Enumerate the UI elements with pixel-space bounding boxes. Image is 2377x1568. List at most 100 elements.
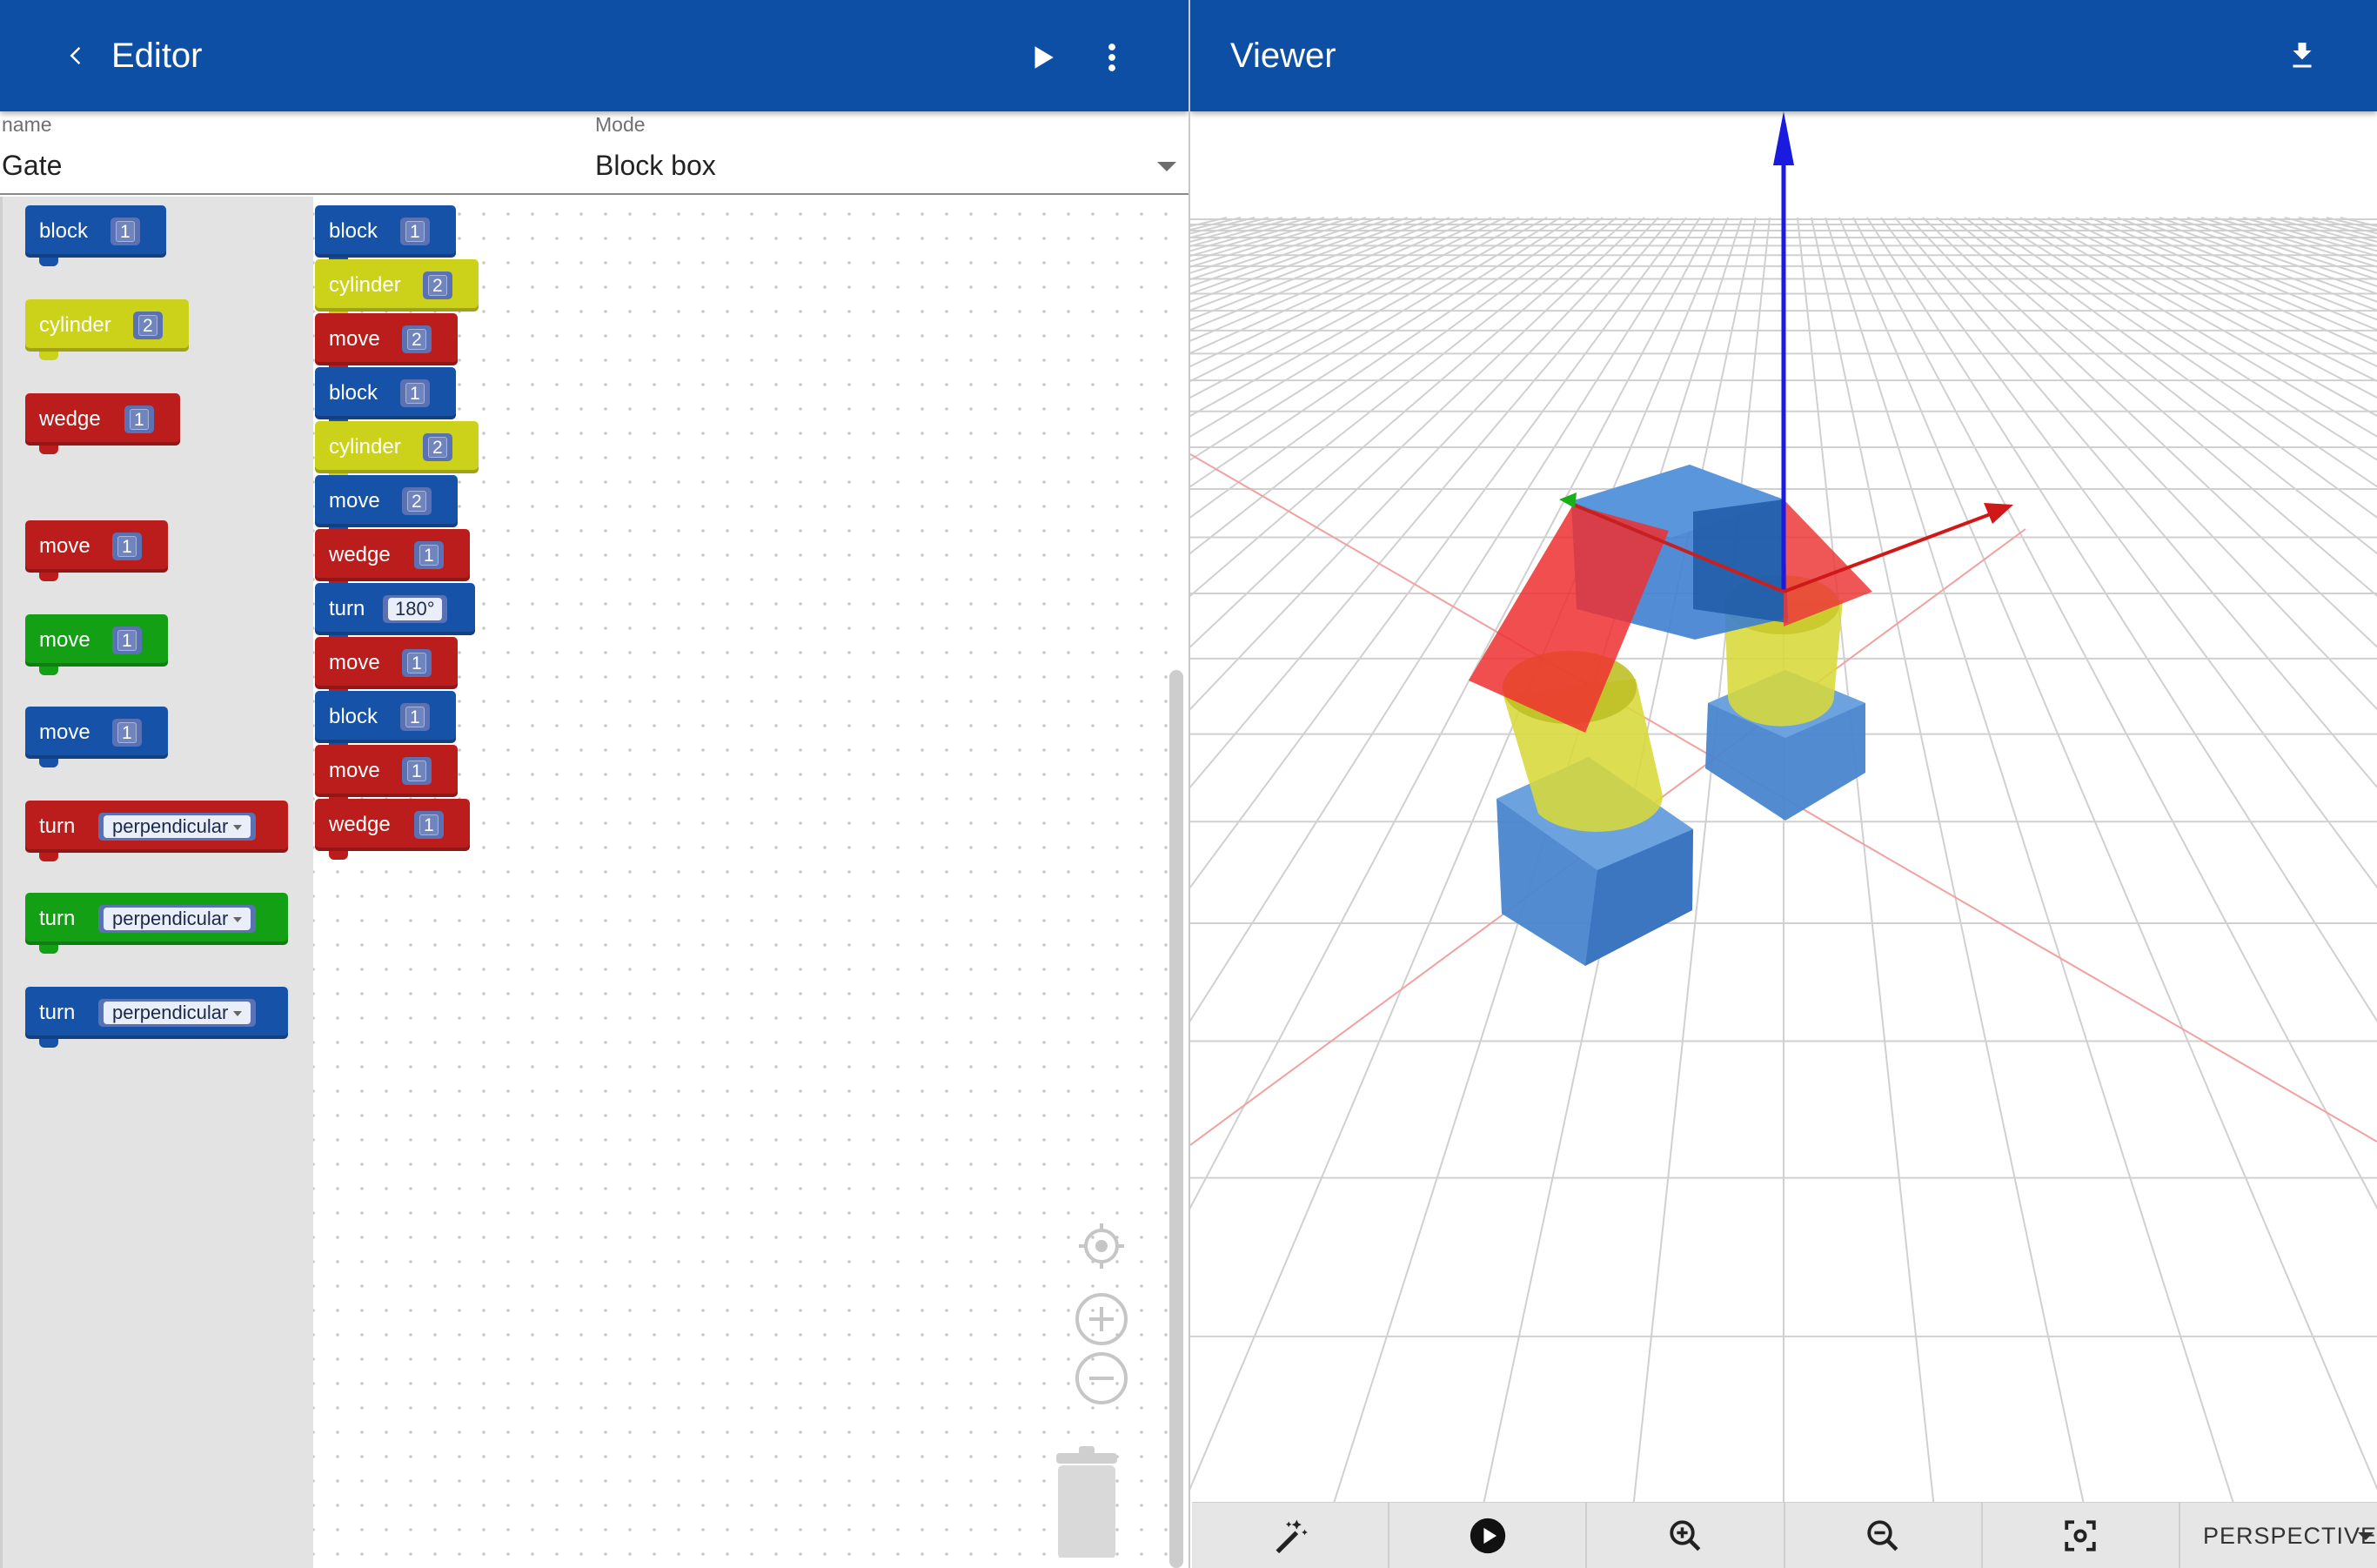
program-block-move[interactable]: move 1 — [315, 637, 458, 698]
block-label: block — [329, 705, 378, 728]
zoom-out-icon — [1867, 1520, 1898, 1551]
program-block-move[interactable]: move 2 — [315, 313, 458, 374]
direction-dropdown[interactable]: perpendicular — [98, 813, 257, 841]
editor-app-bar: Editor — [0, 0, 1188, 111]
zoom-in-icon — [1670, 1520, 1701, 1551]
program-block-move[interactable]: move 1 — [315, 745, 458, 806]
magic-wand-icon — [1276, 1519, 1308, 1554]
viewer-zoom-in-button[interactable] — [1587, 1503, 1785, 1568]
panel-splitter[interactable] — [1188, 0, 1190, 1568]
number-field[interactable]: 1 — [414, 541, 444, 569]
program-block-cylinder[interactable]: cylinder 2 — [315, 259, 479, 320]
program-block-block[interactable]: block 1 — [315, 691, 456, 752]
block-label: turn — [39, 814, 76, 838]
program-block-wedge[interactable]: wedge 1 — [315, 529, 470, 590]
block-label: move — [39, 534, 90, 558]
block-label: turn — [329, 597, 365, 620]
number-field[interactable]: 1 — [400, 379, 430, 407]
3d-viewport[interactable] — [1190, 111, 2377, 1567]
viewer-app-bar: Viewer — [1190, 0, 2377, 111]
more-vert-icon — [1108, 44, 1115, 71]
number-field[interactable]: 2 — [402, 487, 432, 515]
block-label: turn — [39, 907, 76, 930]
program-block-cylinder[interactable]: cylinder 2 — [315, 421, 479, 482]
block-label: block — [329, 219, 378, 243]
number-field[interactable]: 1 — [112, 533, 142, 560]
toolbox-block-move-red[interactable]: move 1 — [25, 520, 168, 581]
number-field[interactable]: 1 — [414, 811, 444, 839]
mode-label: Mode — [595, 113, 646, 136]
caret-down-icon — [233, 917, 243, 923]
toolbox-block-turn-green[interactable]: turn perpendicular — [25, 893, 288, 954]
program-block-wedge[interactable]: wedge 1 — [315, 799, 470, 860]
program-block-block[interactable]: block 1 — [315, 367, 456, 428]
toolbox-block-cylinder[interactable]: cylinder 2 — [25, 299, 189, 360]
number-field[interactable]: 1 — [402, 649, 432, 677]
angle-field[interactable]: 180° — [383, 595, 447, 623]
download-button[interactable] — [2278, 31, 2327, 80]
zoom-in-button[interactable] — [1072, 1290, 1131, 1349]
recenter-button[interactable] — [1072, 1216, 1131, 1276]
editor-title: Editor — [111, 37, 203, 75]
zoom-out-button[interactable] — [1072, 1349, 1131, 1408]
block-label: wedge — [329, 543, 391, 566]
viewer-title: Viewer — [1230, 37, 1336, 75]
program-fields: name Gate Mode Block box — [0, 111, 1188, 195]
block-label: move — [329, 489, 380, 513]
toolbox-block-turn-blue[interactable]: turn perpendicular — [25, 987, 288, 1048]
block-label: cylinder — [329, 435, 401, 459]
caret-down-icon — [2358, 1532, 2374, 1540]
camera-mode-label: PERSPECTIVE — [2202, 1522, 2377, 1549]
magic-wand-button[interactable] — [1192, 1503, 1390, 1568]
viewer-toolbar: PERSPECTIVE — [1192, 1502, 2377, 1568]
number-field[interactable]: 1 — [124, 405, 154, 433]
number-field[interactable]: 2 — [423, 433, 452, 461]
back-button[interactable] — [54, 33, 99, 78]
more-options-button[interactable] — [1091, 35, 1133, 80]
direction-dropdown[interactable]: perpendicular — [98, 905, 257, 933]
target-icon — [1079, 1223, 1124, 1269]
camera-mode-select[interactable]: PERSPECTIVE — [2180, 1503, 2377, 1568]
number-field[interactable]: 1 — [402, 757, 432, 785]
toolbox-block-move-blue[interactable]: move 1 — [25, 707, 168, 767]
block-label: cylinder — [39, 313, 111, 337]
caret-down-icon — [233, 1011, 243, 1017]
number-field[interactable]: 1 — [400, 218, 430, 245]
name-label: name — [2, 113, 52, 136]
run-button[interactable] — [1020, 35, 1065, 80]
block-label: turn — [39, 1001, 76, 1024]
program-block-move[interactable]: move 2 — [315, 475, 458, 536]
number-field[interactable]: 2 — [402, 325, 432, 353]
toolbox-block-block[interactable]: block 1 — [25, 205, 166, 266]
toolbox-block-wedge[interactable]: wedge 1 — [25, 393, 180, 454]
app-root: Editor name Gate Mode Block box block 1 — [0, 0, 2377, 1568]
direction-dropdown[interactable]: perpendicular — [98, 999, 257, 1027]
program-block-turn[interactable]: turn 180° — [315, 583, 475, 644]
number-field[interactable]: 2 — [423, 271, 452, 299]
blockly-workspace[interactable]: block 1 cylinder 2 wedge 1 move 1 move 1… — [0, 197, 1188, 1568]
number-field[interactable]: 2 — [133, 312, 163, 339]
play-icon — [1034, 46, 1054, 69]
workspace-scrollbar[interactable] — [1169, 670, 1183, 1568]
chevron-down-icon[interactable] — [1157, 162, 1176, 171]
toolbox-block-turn-red[interactable]: turn perpendicular — [25, 801, 288, 861]
fit-view-button[interactable] — [1983, 1503, 2180, 1568]
number-field[interactable]: 1 — [112, 627, 142, 654]
mode-select[interactable]: Block box — [595, 150, 716, 182]
fit-screen-icon — [2065, 1520, 2097, 1551]
block-label: move — [329, 759, 380, 782]
viewer-zoom-out-button[interactable] — [1785, 1503, 1983, 1568]
block-label: wedge — [39, 407, 101, 431]
number-field[interactable]: 1 — [110, 218, 140, 245]
animate-button[interactable] — [1389, 1503, 1588, 1568]
toolbox-block-move-green[interactable]: move 1 — [25, 614, 168, 675]
block-label: wedge — [329, 813, 391, 836]
program-block-block[interactable]: block 1 — [315, 205, 456, 266]
trash-can-button[interactable] — [1044, 1444, 1131, 1559]
editor-panel: Editor name Gate Mode Block box block 1 — [0, 0, 1188, 1568]
block-label: move — [39, 628, 90, 652]
name-input[interactable]: Gate — [2, 150, 62, 182]
caret-down-icon — [233, 825, 243, 831]
number-field[interactable]: 1 — [400, 703, 430, 731]
number-field[interactable]: 1 — [112, 719, 142, 747]
